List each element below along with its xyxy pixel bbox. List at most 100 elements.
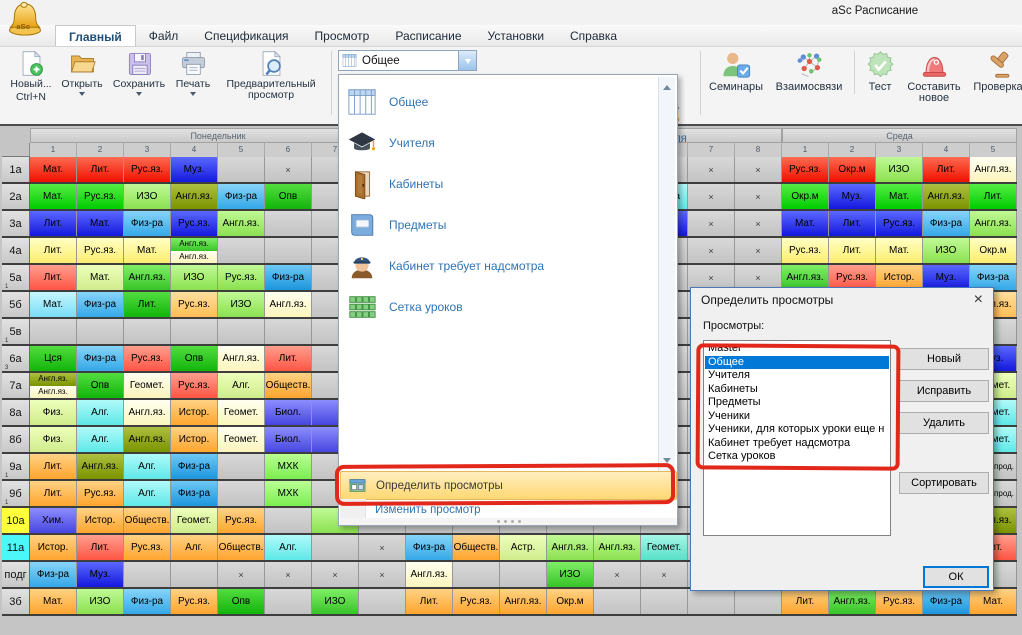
lesson-cell[interactable]: ×: [359, 562, 406, 587]
lesson-cell[interactable]: Физ-ра: [171, 454, 218, 479]
lesson-cell[interactable]: [218, 238, 265, 263]
menu-item-define-views[interactable]: Определить просмотры: [340, 471, 677, 500]
lesson-cell[interactable]: Мат.: [782, 211, 829, 236]
lesson-cell[interactable]: ×: [735, 211, 782, 236]
views-list-item[interactable]: Предметы: [705, 396, 889, 410]
lesson-cell[interactable]: Геомет.: [218, 427, 265, 452]
lesson-cell[interactable]: Алг.: [77, 427, 124, 452]
lesson-cell[interactable]: Мат.: [30, 157, 77, 182]
lesson-cell[interactable]: ×: [265, 562, 312, 587]
lesson-cell[interactable]: Рус.яз.: [77, 184, 124, 209]
lesson-cell[interactable]: Мат.: [876, 184, 923, 209]
lesson-cell[interactable]: Англ.яз.: [218, 346, 265, 371]
lesson-cell[interactable]: Рус.яз.: [171, 589, 218, 614]
lesson-cell[interactable]: Хим.: [30, 508, 77, 533]
period-column-header[interactable]: 6: [265, 143, 312, 157]
lesson-cell[interactable]: ×: [688, 211, 735, 236]
class-row-header[interactable]: 3б: [2, 589, 30, 614]
views-list-item[interactable]: Ученики: [705, 410, 889, 424]
lesson-cell[interactable]: Обществ.: [218, 535, 265, 560]
lesson-cell[interactable]: Рус.яз.: [171, 373, 218, 398]
lesson-cell[interactable]: ×: [735, 238, 782, 263]
lesson-cell[interactable]: Опв: [265, 184, 312, 209]
dropdown-item-view-teachers[interactable]: Учителя: [341, 124, 657, 162]
period-column-header[interactable]: 3: [124, 143, 171, 157]
lesson-cell[interactable]: Алг.: [218, 373, 265, 398]
lesson-cell[interactable]: ×: [641, 562, 688, 587]
lesson-cell[interactable]: Алг.: [171, 535, 218, 560]
lesson-cell[interactable]: Физ.: [30, 400, 77, 425]
lesson-cell[interactable]: Мат.: [970, 589, 1017, 614]
class-row-header[interactable]: 5в1: [2, 319, 30, 344]
print-preview-button[interactable]: Предварительный просмотр: [216, 48, 326, 103]
lesson-cell[interactable]: Лит.: [265, 346, 312, 371]
lesson-cell[interactable]: Англ.яз.: [829, 589, 876, 614]
dropdown-item-view-common[interactable]: Общее: [341, 83, 657, 121]
views-list-item[interactable]: Кабинет требует надсмотра: [705, 437, 889, 451]
lesson-cell[interactable]: Истор.: [171, 427, 218, 452]
lesson-cell[interactable]: Геомет.: [124, 373, 171, 398]
lesson-cell[interactable]: Лит.: [782, 589, 829, 614]
lesson-cell[interactable]: ИЗО: [171, 265, 218, 290]
lesson-cell[interactable]: ×: [735, 157, 782, 182]
views-combobox[interactable]: Общее: [338, 50, 477, 71]
lesson-cell[interactable]: Обществ.: [453, 535, 500, 560]
lesson-cell[interactable]: [500, 562, 547, 587]
ok-button[interactable]: ОК: [923, 566, 989, 588]
period-column-header[interactable]: 4: [923, 143, 970, 157]
dropdown-scrollbar[interactable]: [658, 77, 675, 471]
lesson-cell[interactable]: Опв: [171, 346, 218, 371]
lesson-cell[interactable]: [641, 589, 688, 614]
lesson-cell[interactable]: Мат.: [124, 238, 171, 263]
lesson-cell[interactable]: Алг.: [77, 400, 124, 425]
lesson-cell[interactable]: Муз.: [77, 562, 124, 587]
lesson-cell[interactable]: Англ.яз.: [124, 265, 171, 290]
lesson-cell[interactable]: Рус.яз.: [218, 265, 265, 290]
tab-timetable[interactable]: Расписание: [382, 25, 474, 46]
lesson-cell[interactable]: [218, 157, 265, 182]
class-row-header[interactable]: 6а3: [2, 346, 30, 371]
lesson-cell[interactable]: [688, 589, 735, 614]
class-row-header[interactable]: 11а: [2, 535, 30, 560]
lesson-cell[interactable]: Англ.яз.: [594, 535, 641, 560]
tab-view[interactable]: Просмотр: [302, 25, 383, 46]
lesson-cell[interactable]: [359, 589, 406, 614]
lesson-cell[interactable]: [265, 508, 312, 533]
period-column-header[interactable]: 2: [829, 143, 876, 157]
lesson-cell[interactable]: Лит.: [970, 184, 1017, 209]
period-column-header[interactable]: 5: [970, 143, 1017, 157]
lesson-cell[interactable]: Рус.яз.: [171, 292, 218, 317]
views-list-item[interactable]: Кабинеты: [705, 383, 889, 397]
new-button[interactable]: Новый...Ctrl+N: [6, 48, 56, 103]
class-row-header[interactable]: 9б1: [2, 481, 30, 506]
views-listbox[interactable]: MasterОбщееУчителяКабинетыПредметыУченик…: [703, 340, 891, 536]
lesson-cell[interactable]: Рус.яз.: [876, 211, 923, 236]
lesson-cell[interactable]: Мат.: [77, 211, 124, 236]
lesson-cell[interactable]: Рус.яз.: [77, 238, 124, 263]
generate-new-button[interactable]: Составить новое: [901, 48, 967, 104]
lesson-cell[interactable]: Геомет.: [171, 508, 218, 533]
lesson-cell[interactable]: ×: [594, 562, 641, 587]
lesson-cell[interactable]: МХК: [265, 481, 312, 506]
lesson-cell[interactable]: Рус.яз.: [171, 211, 218, 236]
lesson-cell[interactable]: Англ.яз.: [124, 427, 171, 452]
lesson-cell[interactable]: Физ-ра: [265, 265, 312, 290]
dropdown-item-view-classrooms[interactable]: Кабинеты: [341, 165, 657, 203]
lesson-cell[interactable]: [265, 319, 312, 344]
tab-specification[interactable]: Спецификация: [191, 25, 301, 46]
lesson-cell[interactable]: ×: [265, 157, 312, 182]
lesson-cell[interactable]: Англ.яз.: [124, 400, 171, 425]
lesson-cell[interactable]: [124, 562, 171, 587]
lesson-cell[interactable]: [265, 238, 312, 263]
edit-button[interactable]: Исправить: [899, 380, 989, 402]
class-row-header[interactable]: 9а1: [2, 454, 30, 479]
lesson-cell[interactable]: [124, 319, 171, 344]
lesson-cell[interactable]: Алг.: [124, 454, 171, 479]
lesson-cell[interactable]: Геомет.: [641, 535, 688, 560]
lesson-cell[interactable]: Физ-ра: [923, 211, 970, 236]
tab-options[interactable]: Установки: [475, 25, 557, 46]
lesson-cell[interactable]: Алг.: [124, 481, 171, 506]
relations-button[interactable]: Взаимосвязи: [768, 48, 850, 104]
period-column-header[interactable]: 7: [688, 143, 735, 157]
lesson-cell[interactable]: Окр.м: [782, 184, 829, 209]
